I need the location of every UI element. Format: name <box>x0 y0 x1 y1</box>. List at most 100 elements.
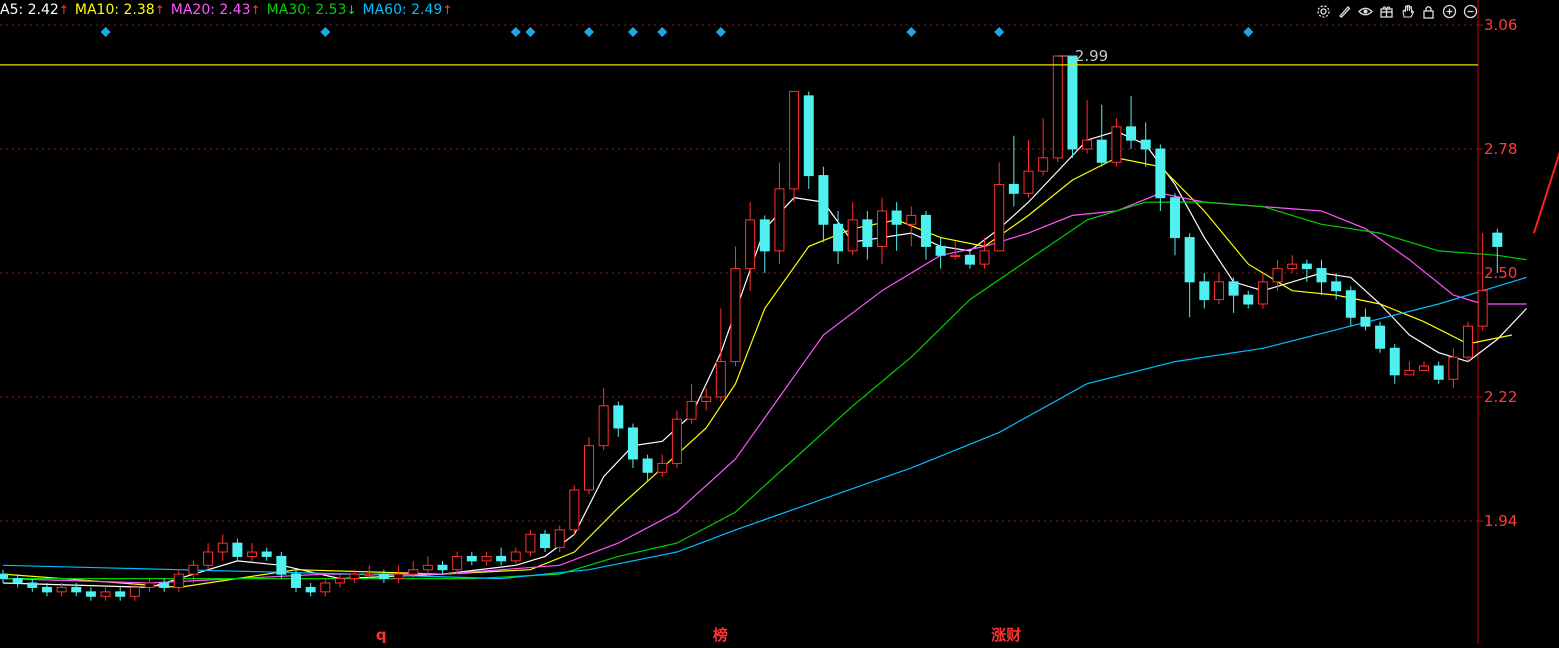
candle-up[interactable] <box>510 547 521 566</box>
candle-down[interactable] <box>232 538 243 561</box>
candle-up[interactable] <box>554 525 565 552</box>
candle-down[interactable] <box>862 211 873 260</box>
candle-down[interactable] <box>0 569 8 583</box>
kline-chart[interactable]: 3.06 2.78 2.50 2.22 1.94 q 榜涨财 2.99 A5: 2.42↑… <box>0 0 1559 644</box>
candle-down[interactable] <box>891 202 902 251</box>
candle-up[interactable] <box>452 552 463 575</box>
candle-up[interactable] <box>1038 118 1049 176</box>
chart-canvas[interactable]: 3.06 2.78 2.50 2.22 1.94 q 榜 涨财 2.99 <box>0 0 1559 644</box>
candle-down[interactable] <box>833 211 844 265</box>
candle-down[interactable] <box>466 552 477 566</box>
event-marker-diamond[interactable] <box>657 27 668 37</box>
candle-down[interactable] <box>305 583 316 597</box>
candle-up[interactable] <box>173 569 184 592</box>
candle-up[interactable] <box>671 410 682 468</box>
candle-down[interactable] <box>276 552 287 579</box>
candle-up[interactable] <box>847 202 858 256</box>
candle-up[interactable] <box>994 162 1005 252</box>
candle-down[interactable] <box>964 250 975 269</box>
brush-icon[interactable] <box>1336 3 1353 20</box>
candle-down[interactable] <box>1375 321 1386 353</box>
candle-down[interactable] <box>159 578 170 592</box>
candle-down[interactable] <box>115 587 126 601</box>
candle-down[interactable] <box>1360 308 1371 331</box>
candle-up[interactable] <box>334 574 345 588</box>
candle-up[interactable] <box>1287 255 1298 273</box>
eye-icon[interactable] <box>1357 3 1374 20</box>
candle-up[interactable] <box>1404 361 1415 376</box>
candle-down[interactable] <box>1184 233 1195 318</box>
candle-up[interactable] <box>1463 321 1473 362</box>
candle-down[interactable] <box>85 587 96 601</box>
zoom-out-icon[interactable] <box>1462 3 1479 20</box>
lock-icon[interactable] <box>1420 3 1437 20</box>
event-marker-diamond[interactable] <box>994 27 1005 37</box>
candle-up[interactable] <box>100 587 111 601</box>
candle-down[interactable] <box>1345 286 1356 327</box>
event-marker-diamond[interactable] <box>584 27 594 37</box>
candle-down[interactable] <box>1067 55 1078 158</box>
candle-down[interactable] <box>12 574 23 588</box>
candle-up[interactable] <box>320 578 331 597</box>
candle-down[interactable] <box>496 547 507 566</box>
candle-down[interactable] <box>1155 144 1166 211</box>
candle-up[interactable] <box>217 534 228 561</box>
candle-up[interactable] <box>730 246 741 366</box>
hand-icon[interactable] <box>1399 3 1416 20</box>
bottom-event-label[interactable]: q <box>376 626 387 644</box>
candle-up[interactable] <box>877 197 887 265</box>
candle-up[interactable] <box>1257 273 1268 309</box>
candle-up[interactable] <box>1052 55 1063 163</box>
bottom-event-label[interactable]: 涨财 <box>991 626 1021 644</box>
candle-up[interactable] <box>1448 348 1459 389</box>
candle-down[interactable] <box>818 166 829 242</box>
event-marker-diamond[interactable] <box>627 27 638 37</box>
candle-down[interactable] <box>540 529 551 552</box>
candle-down[interactable] <box>613 401 624 437</box>
candle-down[interactable] <box>759 215 770 273</box>
candle-up[interactable] <box>1213 273 1224 304</box>
candle-up[interactable] <box>950 242 961 260</box>
candle-up[interactable] <box>1111 118 1122 167</box>
candle-down[interactable] <box>803 91 814 189</box>
candle-down[interactable] <box>1243 290 1254 309</box>
candle-up[interactable] <box>393 565 404 583</box>
candle-down[interactable] <box>935 237 946 269</box>
candle-up[interactable] <box>422 556 433 575</box>
candle-up[interactable] <box>569 485 580 535</box>
event-marker-diamond[interactable] <box>906 27 917 37</box>
bottom-event-label[interactable]: 榜 <box>713 626 728 644</box>
event-marker-diamond[interactable] <box>320 27 331 37</box>
candle-up[interactable] <box>1272 259 1283 291</box>
candle-up[interactable] <box>657 454 668 477</box>
candle-down[interactable] <box>627 423 638 468</box>
candle-down[interactable] <box>1389 343 1400 384</box>
candle-up[interactable] <box>774 162 785 265</box>
candle-up[interactable] <box>715 308 726 402</box>
candle-up[interactable] <box>789 90 800 203</box>
candle-down[interactable] <box>261 547 272 561</box>
candle-down[interactable] <box>1199 273 1210 309</box>
candle-up[interactable] <box>203 543 214 570</box>
candle-down[interactable] <box>920 211 931 260</box>
gear-icon[interactable] <box>1315 3 1332 20</box>
zoom-in-icon[interactable] <box>1441 3 1458 20</box>
candle-up[interactable] <box>144 578 155 592</box>
gift-icon[interactable] <box>1378 3 1395 20</box>
event-marker-diamond[interactable] <box>715 27 726 37</box>
candle-down[interactable] <box>1126 95 1137 149</box>
event-marker-diamond[interactable] <box>510 27 521 37</box>
candle-up[interactable] <box>1419 361 1430 371</box>
candle-up[interactable] <box>188 560 199 583</box>
candle-down[interactable] <box>1316 259 1327 296</box>
event-marker-diamond[interactable] <box>525 27 536 37</box>
candle-down[interactable] <box>642 454 653 482</box>
candle-up[interactable] <box>686 383 697 424</box>
candle-up[interactable] <box>525 529 536 557</box>
event-marker-diamond[interactable] <box>1243 27 1254 37</box>
candle-down[interactable] <box>1170 193 1180 256</box>
candle-down[interactable] <box>1008 135 1019 207</box>
candle-up[interactable] <box>1023 140 1034 198</box>
candle-up[interactable] <box>129 583 140 601</box>
candle-down[interactable] <box>1228 277 1239 313</box>
